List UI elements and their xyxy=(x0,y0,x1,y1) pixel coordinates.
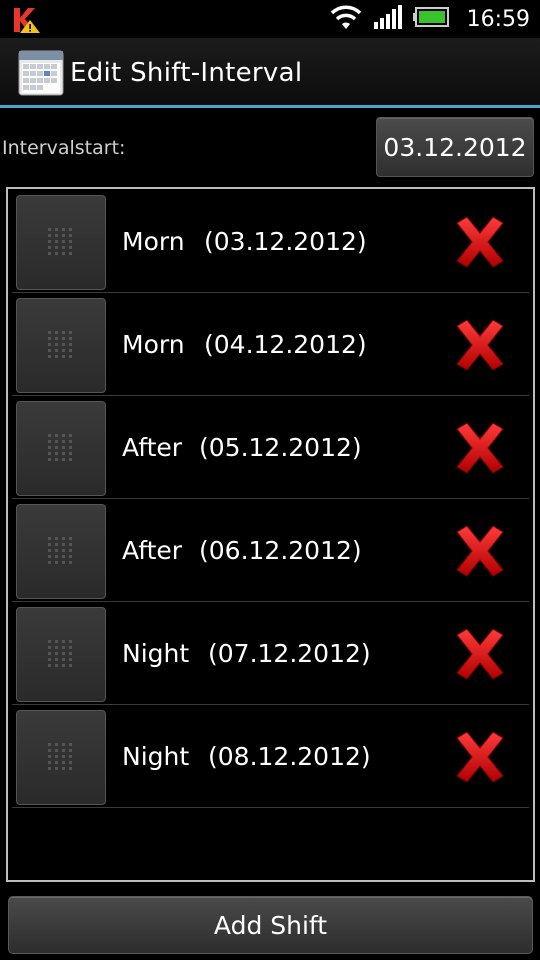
shift-row: Morn (04.12.2012) xyxy=(12,294,529,396)
shift-list: Morn (03.12.2012) Morn (04.12.2012) Afte… xyxy=(6,187,535,882)
close-icon xyxy=(456,628,504,680)
grip-icon xyxy=(48,330,72,358)
grip-icon xyxy=(48,227,72,255)
drag-handle[interactable] xyxy=(16,710,106,805)
close-icon xyxy=(456,525,504,577)
close-icon xyxy=(456,731,504,783)
grip-icon xyxy=(48,536,72,564)
shift-row: Night (08.12.2012) xyxy=(12,706,529,808)
drag-handle[interactable] xyxy=(16,298,106,393)
delete-shift-button[interactable] xyxy=(449,625,511,683)
drag-handle[interactable] xyxy=(16,607,106,702)
delete-shift-button[interactable] xyxy=(449,419,511,477)
shift-name: Night xyxy=(122,639,190,668)
close-icon xyxy=(456,422,504,474)
drag-handle[interactable] xyxy=(16,401,106,496)
shift-row: Morn (03.12.2012) xyxy=(12,191,529,293)
drag-handle[interactable] xyxy=(16,195,106,290)
title-bar: Edit Shift-Interval xyxy=(0,38,540,108)
close-icon xyxy=(456,216,504,268)
calendar-icon xyxy=(18,50,64,96)
shift-date: (04.12.2012) xyxy=(204,330,367,359)
interval-start-date-button[interactable]: 03.12.2012 xyxy=(376,117,534,177)
shift-date: (06.12.2012) xyxy=(199,536,362,565)
battery-icon xyxy=(412,7,449,31)
page-title: Edit Shift-Interval xyxy=(70,58,303,88)
grip-icon xyxy=(48,433,72,461)
shift-name: After xyxy=(122,433,183,462)
grip-icon xyxy=(48,742,72,770)
clock: 16:59 xyxy=(466,6,530,32)
shift-name: After xyxy=(122,536,183,565)
shift-row: After (06.12.2012) xyxy=(12,500,529,602)
kaspersky-icon xyxy=(12,6,42,34)
shift-date: (07.12.2012) xyxy=(208,639,371,668)
shift-name: Morn xyxy=(122,330,185,359)
interval-start-label: Intervalstart: xyxy=(2,137,126,159)
shift-date: (05.12.2012) xyxy=(199,433,362,462)
delete-shift-button[interactable] xyxy=(449,213,511,271)
wifi-icon xyxy=(329,3,363,35)
shift-name: Night xyxy=(122,742,190,771)
delete-shift-button[interactable] xyxy=(449,522,511,580)
add-shift-button[interactable]: Add Shift xyxy=(8,896,533,954)
drag-handle[interactable] xyxy=(16,504,106,599)
shift-row: Night (07.12.2012) xyxy=(12,603,529,705)
delete-shift-button[interactable] xyxy=(449,316,511,374)
shift-name: Morn xyxy=(122,227,185,256)
close-icon xyxy=(456,319,504,371)
shift-date: (08.12.2012) xyxy=(208,742,371,771)
shift-date: (03.12.2012) xyxy=(204,227,367,256)
grip-icon xyxy=(48,639,72,667)
signal-icon xyxy=(373,4,403,34)
delete-shift-button[interactable] xyxy=(449,728,511,786)
status-bar: 16:59 xyxy=(0,0,540,38)
shift-row: After (05.12.2012) xyxy=(12,397,529,499)
